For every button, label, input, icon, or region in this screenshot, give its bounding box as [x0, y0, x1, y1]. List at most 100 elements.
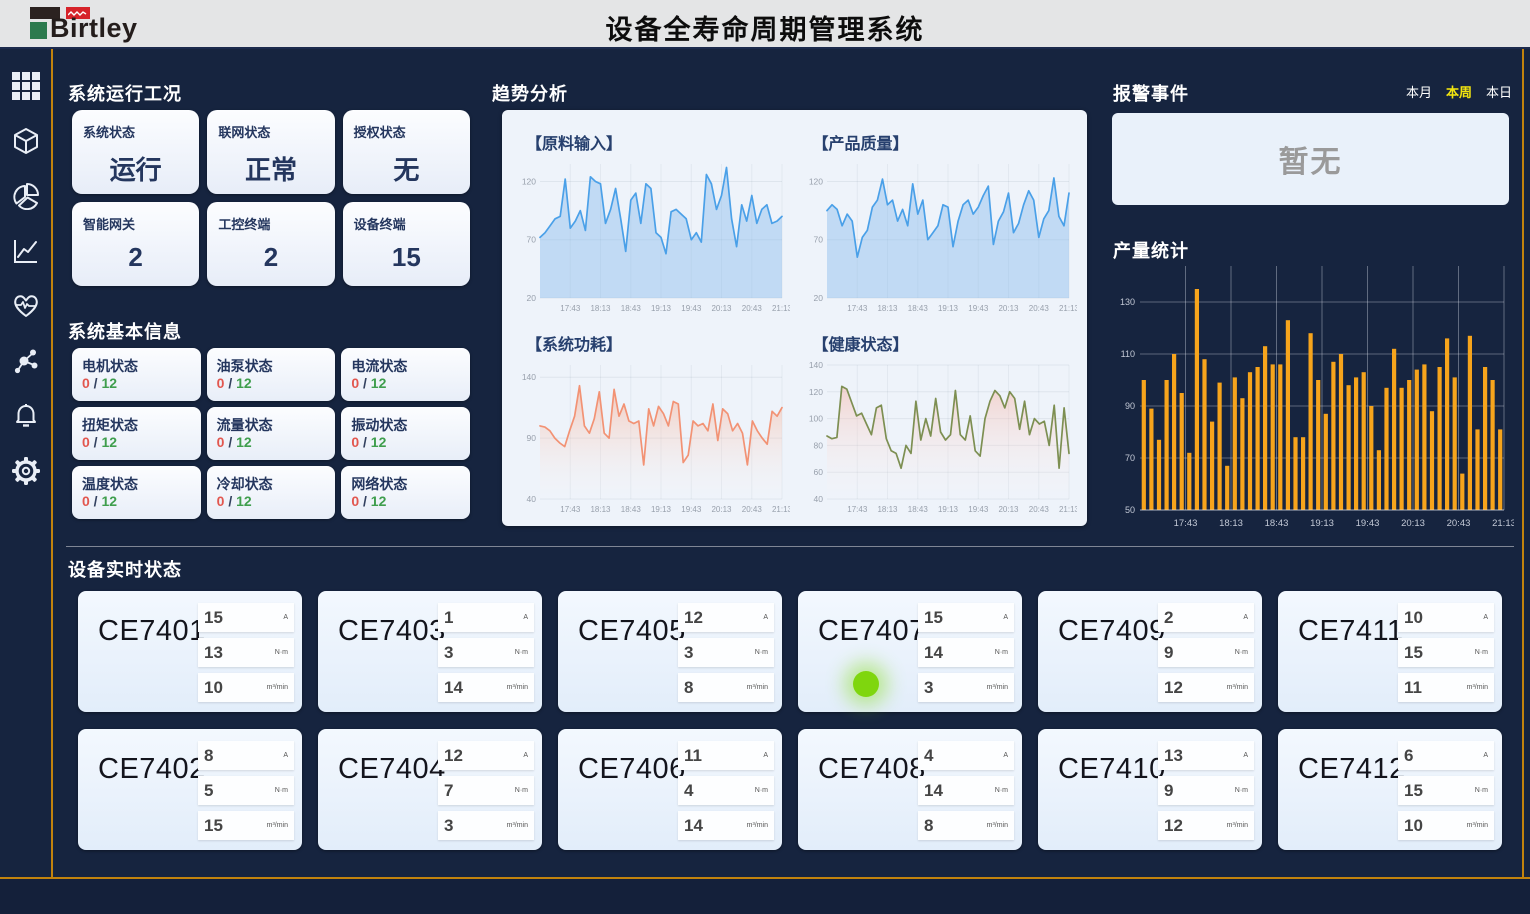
- info-card-count: 0 / 12: [217, 434, 252, 450]
- device-metric-row: 11m³/min: [1398, 673, 1494, 702]
- devices-divider: [66, 546, 1514, 547]
- device-metric-row: 9N·m: [1158, 638, 1254, 667]
- info-card: 流量状态0 / 12: [207, 407, 336, 460]
- device-card[interactable]: CE740412A7N·m3m³/min: [318, 729, 542, 850]
- info-card-label: 扭矩状态: [82, 415, 138, 435]
- device-metric-unit: N·m: [995, 787, 1008, 794]
- device-card[interactable]: CE741013A9N·m12m³/min: [1038, 729, 1262, 850]
- device-card[interactable]: CE74092A9N·m12m³/min: [1038, 591, 1262, 712]
- device-metric-row: 3N·m: [678, 638, 774, 667]
- device-metric-unit: m³/min: [987, 684, 1008, 691]
- device-metric-value: 10: [1404, 816, 1423, 836]
- molecule-icon[interactable]: [11, 346, 41, 376]
- device-metrics: 4A14N·m8m³/min: [918, 741, 1014, 846]
- device-metrics: 13A9N·m12m³/min: [1158, 741, 1254, 846]
- device-metric-value: 15: [924, 608, 943, 628]
- svg-text:140: 140: [522, 372, 536, 382]
- svg-text:18:13: 18:13: [590, 505, 611, 514]
- line-chart-icon[interactable]: [11, 236, 41, 266]
- device-metric-value: 9: [1164, 781, 1173, 801]
- trend-chart: 【系统功耗】409014017:4318:1318:4319:1319:4320…: [508, 319, 795, 520]
- device-metric-row: 7N·m: [438, 776, 534, 805]
- device-metrics: 8A5N·m15m³/min: [198, 741, 294, 846]
- status-card: 工控终端2: [207, 202, 334, 286]
- device-metric-unit: A: [1483, 614, 1488, 621]
- device-card[interactable]: CE740512A3N·m8m³/min: [558, 591, 782, 712]
- device-metric-value: 3: [924, 678, 933, 698]
- device-metric-value: 3: [444, 816, 453, 836]
- svg-text:20:43: 20:43: [1447, 518, 1471, 529]
- device-metric-unit: m³/min: [267, 684, 288, 691]
- device-metric-unit: m³/min: [1227, 684, 1248, 691]
- production-bar-chart: 50709011013017:4318:1318:4319:1319:4320:…: [1108, 260, 1514, 532]
- cube-icon[interactable]: [11, 126, 41, 156]
- device-card[interactable]: CE74126A15N·m10m³/min: [1278, 729, 1502, 850]
- device-metrics: 2A9N·m12m³/min: [1158, 603, 1254, 708]
- device-metric-row: 3m³/min: [438, 811, 534, 840]
- svg-text:19:13: 19:13: [937, 505, 958, 514]
- system-info-cards: 电机状态0 / 12油泵状态0 / 12电流状态0 / 12扭矩状态0 / 12…: [72, 348, 470, 519]
- system-status-cards: 系统状态运行联网状态正常授权状态无智能网关2工控终端2设备终端15: [72, 110, 470, 286]
- svg-text:19:43: 19:43: [968, 304, 989, 313]
- alarm-tab[interactable]: 本周: [1446, 82, 1472, 101]
- trend-chart: 【产品质量】207012017:4318:1318:4319:1319:4320…: [795, 118, 1082, 319]
- info-card-label: 电流状态: [351, 356, 407, 376]
- apps-grid-icon[interactable]: [11, 71, 41, 101]
- gear-icon[interactable]: [11, 456, 41, 486]
- device-card[interactable]: CE740115A13N·m10m³/min: [78, 591, 302, 712]
- info-card: 电机状态0 / 12: [72, 348, 201, 401]
- info-card-label: 振动状态: [351, 415, 407, 435]
- device-metric-value: 15: [1404, 781, 1423, 801]
- health-monitor-icon[interactable]: [11, 291, 41, 321]
- trend-chart-title: 【健康状态】: [813, 331, 1078, 355]
- bell-icon[interactable]: [11, 401, 41, 431]
- device-card[interactable]: CE741110A15N·m11m³/min: [1278, 591, 1502, 712]
- device-card[interactable]: CE74031A3N·m14m³/min: [318, 591, 542, 712]
- device-card[interactable]: CE74028A5N·m15m³/min: [78, 729, 302, 850]
- device-metric-row: 14m³/min: [678, 811, 774, 840]
- section-title-devices: 设备实时状态: [68, 556, 182, 582]
- device-card[interactable]: CE740715A14N·m3m³/min: [798, 591, 1022, 712]
- device-metric-row: 15A: [918, 603, 1014, 632]
- alarm-tab[interactable]: 本月: [1406, 82, 1432, 101]
- svg-text:17:43: 17:43: [847, 505, 868, 514]
- svg-text:17:43: 17:43: [847, 304, 868, 313]
- info-card-label: 油泵状态: [217, 356, 273, 376]
- svg-text:60: 60: [813, 467, 823, 477]
- svg-text:20:13: 20:13: [998, 304, 1019, 313]
- device-metric-value: 12: [1164, 678, 1183, 698]
- svg-text:40: 40: [527, 494, 537, 504]
- device-metric-unit: N·m: [995, 649, 1008, 656]
- device-metric-value: 3: [684, 643, 693, 663]
- info-card-count: 0 / 12: [351, 434, 386, 450]
- device-metric-row: 4N·m: [678, 776, 774, 805]
- svg-text:20:43: 20:43: [742, 304, 763, 313]
- device-metric-row: 6A: [1398, 741, 1494, 770]
- info-card: 扭矩状态0 / 12: [72, 407, 201, 460]
- device-name: CE7408: [818, 753, 926, 786]
- svg-text:19:13: 19:13: [1310, 518, 1334, 529]
- svg-text:17:43: 17:43: [1174, 518, 1198, 529]
- trend-chart-plot: 207012017:4318:1318:4319:1319:4320:1320:…: [514, 156, 791, 319]
- svg-text:70: 70: [527, 235, 537, 245]
- section-title-trend: 趋势分析: [492, 80, 568, 106]
- svg-text:19:13: 19:13: [651, 505, 672, 514]
- info-card-count: 0 / 12: [82, 375, 117, 391]
- status-card: 联网状态正常: [207, 110, 334, 194]
- device-metric-unit: m³/min: [507, 684, 528, 691]
- svg-text:120: 120: [808, 177, 822, 187]
- status-card-value: 2: [207, 242, 334, 273]
- alarm-tab[interactable]: 本日: [1486, 82, 1512, 101]
- device-metric-unit: N·m: [1235, 787, 1248, 794]
- svg-text:19:43: 19:43: [681, 505, 702, 514]
- trend-chart-plot: 40608010012014017:4318:1318:4319:1319:43…: [801, 357, 1078, 520]
- pie-chart-icon[interactable]: [11, 181, 41, 211]
- device-metric-unit: A: [1243, 752, 1248, 759]
- device-card[interactable]: CE740611A4N·m14m³/min: [558, 729, 782, 850]
- device-metric-row: 12m³/min: [1158, 811, 1254, 840]
- device-card[interactable]: CE74084A14N·m8m³/min: [798, 729, 1022, 850]
- device-metric-value: 15: [1404, 643, 1423, 663]
- device-metric-row: 12A: [678, 603, 774, 632]
- device-metric-value: 15: [204, 816, 223, 836]
- svg-text:18:13: 18:13: [1219, 518, 1243, 529]
